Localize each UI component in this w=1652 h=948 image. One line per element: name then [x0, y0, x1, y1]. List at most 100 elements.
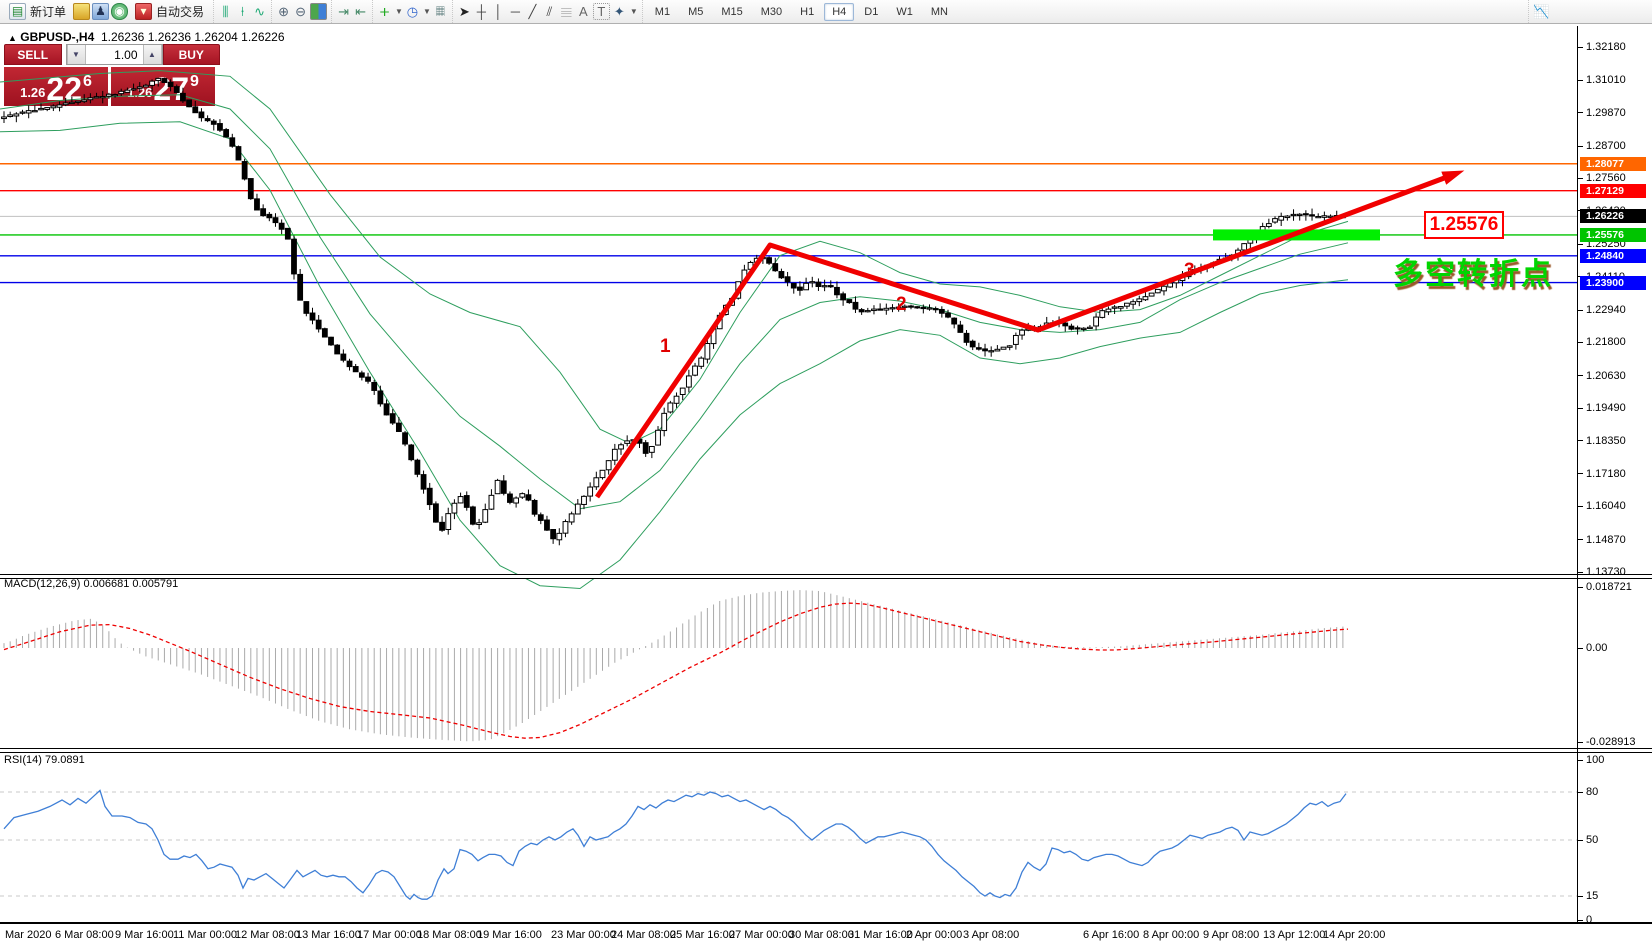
- tf-m15[interactable]: M15: [713, 3, 750, 21]
- macd-panel[interactable]: [0, 577, 1578, 748]
- tf-m1[interactable]: M1: [647, 3, 678, 21]
- candle-chart-icon[interactable]: ⍿: [235, 4, 250, 19]
- macd-axis-label: 0.018721: [1578, 581, 1632, 593]
- price-axis-label: 1.22940: [1578, 304, 1626, 316]
- price-tag: 1.27129: [1580, 184, 1646, 198]
- tile-windows-icon[interactable]: [310, 3, 327, 20]
- price-axis-label: 1.31010: [1578, 74, 1626, 86]
- wave-label-1[interactable]: 1: [660, 336, 671, 358]
- price-axis-label: 1.32180: [1578, 41, 1626, 53]
- macd-axis-label: -0.028913: [1578, 736, 1636, 748]
- macd-signal-line: [4, 603, 1348, 738]
- time-axis-label: 3 Apr 08:00: [963, 929, 1019, 941]
- accounts-icon[interactable]: ♟: [92, 3, 109, 20]
- autotrading-button[interactable]: ▾ 自动交易: [130, 2, 209, 21]
- time-axis-label: 27 Mar 00:00: [729, 929, 794, 941]
- price-chart[interactable]: [0, 26, 1578, 574]
- trend-arrow-head: [1441, 170, 1464, 184]
- new-order-button[interactable]: ▤ 新订单: [4, 2, 71, 21]
- time-axis-label: 24 Mar 08:00: [611, 929, 676, 941]
- macd-axis-label: 0.00: [1578, 642, 1607, 654]
- time-axis-label: 12 Mar 08:00: [235, 929, 300, 941]
- time-axis-label: 9 Apr 08:00: [1203, 929, 1259, 941]
- timeframe-group: M1 M5 M15 M30 H1 H4 D1 W1 MN: [642, 0, 960, 23]
- time-axis-label: 13 Mar 16:00: [296, 929, 361, 941]
- price-axis-label: 1.29870: [1578, 107, 1626, 119]
- bollinger-middle-band: [0, 95, 1348, 509]
- price-tag: 1.28077: [1580, 157, 1646, 171]
- text-icon[interactable]: A: [576, 4, 591, 19]
- time-axis-label: 9 Mar 16:00: [115, 929, 174, 941]
- zoom-out-icon[interactable]: ⊖: [293, 4, 308, 19]
- tf-h1[interactable]: H1: [792, 3, 822, 21]
- line-chart-icon[interactable]: ∿: [252, 4, 267, 19]
- chart-window-icon[interactable]: 📉: [1533, 4, 1548, 19]
- rsi-axis-label: 50: [1578, 834, 1598, 846]
- price-axis-label: 1.16040: [1578, 500, 1626, 512]
- new-order-icon: ▤: [9, 3, 26, 20]
- profiles-icon[interactable]: ◷: [405, 4, 420, 19]
- price-tag: 1.26226: [1580, 209, 1646, 223]
- rsi-axis-label: 100: [1578, 754, 1604, 766]
- price-axis-label: 1.18350: [1578, 435, 1626, 447]
- signals-icon[interactable]: ◉: [111, 3, 128, 20]
- time-axis-label: 14 Apr 20:00: [1323, 929, 1385, 941]
- indicator-list-icon[interactable]: 𝄜: [433, 4, 448, 19]
- time-axis-label: 6 Apr 16:00: [1083, 929, 1139, 941]
- tf-w1[interactable]: W1: [888, 3, 921, 21]
- cursor-icon[interactable]: ➤: [457, 4, 472, 19]
- price-axis-label: 1.13730: [1578, 566, 1626, 578]
- time-axis-label: 2 Apr 00:00: [906, 929, 962, 941]
- autotrading-icon: ▾: [135, 3, 152, 20]
- time-axis-label: 25 Mar 16:00: [670, 929, 735, 941]
- turning-point-annotation[interactable]: 多空转折点: [1393, 249, 1553, 293]
- tf-mn[interactable]: MN: [923, 3, 956, 21]
- deposit-icon[interactable]: [73, 3, 90, 20]
- price-axis-label: 1.14870: [1578, 534, 1626, 546]
- bar-chart-icon[interactable]: ⫼: [218, 4, 233, 19]
- new-chart-caret-icon[interactable]: ▼: [395, 7, 403, 16]
- vertical-line-icon[interactable]: │: [491, 4, 506, 19]
- tf-m30[interactable]: M30: [753, 3, 790, 21]
- rsi-axis-label: 80: [1578, 786, 1598, 798]
- macd-label: MACD(12,26,9) 0.006681 0.005791: [4, 578, 178, 590]
- time-axis-label: 23 Mar 00:00: [551, 929, 616, 941]
- text-label-icon[interactable]: T: [593, 3, 610, 20]
- price-axis-label: 1.20630: [1578, 370, 1626, 382]
- horizontal-line-icon[interactable]: ─: [508, 4, 523, 19]
- crosshair-icon[interactable]: ┼: [474, 4, 489, 19]
- price-alert-box[interactable]: 1.25576: [1424, 211, 1504, 239]
- rsi-line: [4, 790, 1346, 899]
- wave-label-2[interactable]: 2: [896, 294, 907, 316]
- bollinger-lower-band: [0, 122, 1348, 589]
- toolbar: ▤ 新订单 ♟ ◉ ▾ 自动交易 ⫼ ⍿ ∿ ⊕ ⊖ ⇥ ⇤ 🞤▼: [0, 0, 1652, 24]
- tf-h4[interactable]: H4: [824, 3, 854, 21]
- time-axis-label: 8 Apr 00:00: [1143, 929, 1199, 941]
- trendline-icon[interactable]: ╱: [525, 4, 540, 19]
- fibonacci-icon[interactable]: 𝄙: [559, 4, 574, 19]
- arrows-icon[interactable]: ✦: [612, 4, 627, 19]
- new-chart-icon[interactable]: 🞤: [377, 4, 392, 19]
- chart-shift-icon[interactable]: ⇤: [353, 4, 368, 19]
- rsi-label: RSI(14) 79.0891: [4, 754, 85, 766]
- time-axis: Mar 20206 Mar 08:009 Mar 16:0011 Mar 00:…: [0, 922, 1652, 948]
- tf-d1[interactable]: D1: [856, 3, 886, 21]
- time-axis-label: 17 Mar 00:00: [357, 929, 422, 941]
- time-axis-label: 31 Mar 16:00: [848, 929, 913, 941]
- tf-m5[interactable]: M5: [680, 3, 711, 21]
- arrows-caret-icon[interactable]: ▼: [630, 7, 638, 16]
- mt4-window: ▤ 新订单 ♟ ◉ ▾ 自动交易 ⫼ ⍿ ∿ ⊕ ⊖ ⇥ ⇤ 🞤▼: [0, 0, 1652, 948]
- equidistant-channel-icon[interactable]: ⫽: [542, 4, 557, 19]
- zoom-in-icon[interactable]: ⊕: [276, 4, 291, 19]
- rsi-panel[interactable]: [0, 752, 1578, 922]
- time-axis-label: 6 Mar 08:00: [55, 929, 114, 941]
- wave-label-3[interactable]: 3: [1184, 260, 1195, 282]
- price-tag: 1.23900: [1580, 276, 1646, 290]
- auto-scroll-icon[interactable]: ⇥: [336, 4, 351, 19]
- time-axis-label: 19 Mar 16:00: [477, 929, 542, 941]
- time-axis-label: 30 Mar 08:00: [789, 929, 854, 941]
- price-tag: 1.25576: [1580, 228, 1646, 242]
- price-axis-label: 1.21800: [1578, 336, 1626, 348]
- profiles-caret-icon[interactable]: ▼: [423, 7, 431, 16]
- price-axis-label: 1.19490: [1578, 402, 1626, 414]
